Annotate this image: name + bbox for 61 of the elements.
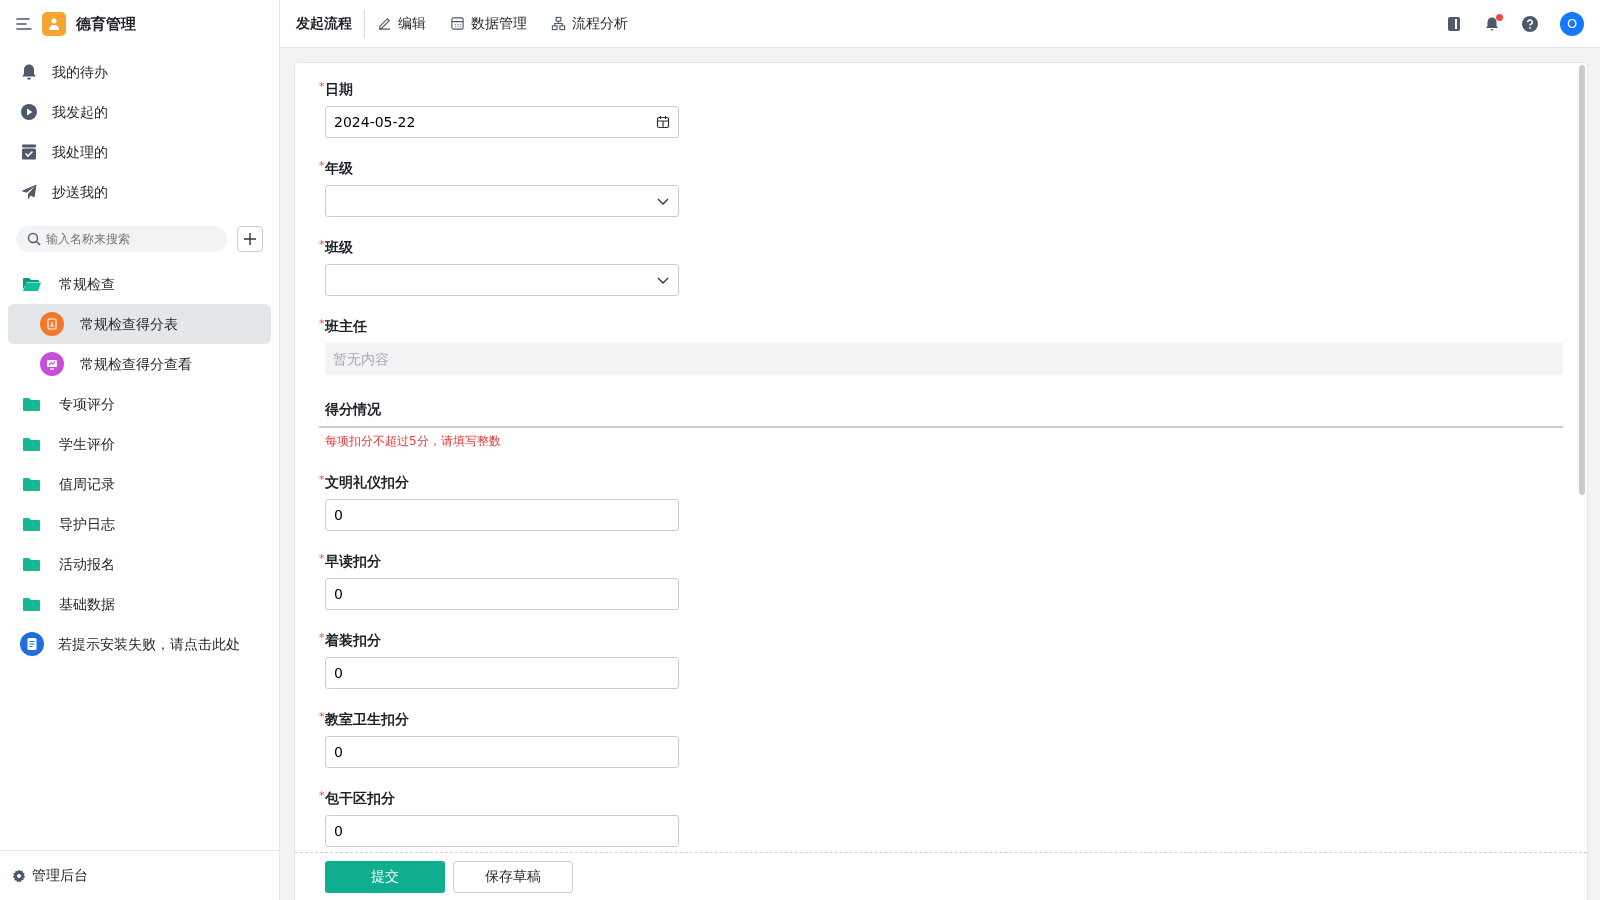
tab[interactable]: 发起流程 [296,9,365,38]
plus-icon [243,232,257,246]
field-label: *日期 [319,79,354,99]
admin-link[interactable]: 管理后台 [0,850,279,900]
nav-item[interactable]: 我处理的 [0,132,279,172]
tree-item[interactable]: 常规检查得分表 [8,304,271,344]
field-label: *包干区扣分 [319,788,396,808]
folder-item[interactable]: 基础数据 [8,584,271,624]
bell-icon [20,63,38,81]
nav-item[interactable]: 抄送我的 [0,172,279,212]
tab[interactable]: 数据管理 [438,9,539,38]
readonly-field: 暂无内容 [325,343,1563,375]
table-icon [450,16,465,31]
help-icon[interactable] [1522,15,1538,32]
menu-icon[interactable] [16,17,32,31]
play-icon [20,103,38,121]
date-field[interactable]: 2024-05-22 [325,106,679,138]
tree-item[interactable]: 常规检查得分查看 [8,344,271,384]
input-field[interactable]: 0 [325,657,679,689]
user-avatar[interactable]: O [1560,11,1584,36]
field-label: *班主任 [319,316,368,336]
field-label: *文明礼仪扣分 [319,472,410,492]
field-label: *着装扣分 [319,630,382,650]
app-logo [42,12,66,36]
select-field[interactable] [325,185,679,217]
nav-item[interactable]: 我的待办 [0,52,279,92]
input-field[interactable]: 0 [325,815,679,847]
add-button[interactable] [237,226,263,252]
field-label: *年级 [319,158,354,178]
folder-item[interactable]: 值周记录 [8,464,271,504]
folder-item[interactable]: 专项评分 [8,384,271,424]
gear-icon [12,868,26,883]
folder-item[interactable]: 导护日志 [8,504,271,544]
tab[interactable]: 流程分析 [539,9,640,38]
tab[interactable]: 编辑 [365,9,438,38]
save-draft-button[interactable]: 保存草稿 [453,860,573,893]
notebook-icon[interactable] [1446,15,1462,32]
hint-text: 每项扣分不超过5分，请填写整数 [324,433,502,450]
hierarchy-icon [551,16,566,31]
calendar-icon[interactable] [656,115,670,129]
field-label: *教室卫生扣分 [319,709,410,729]
paper-plane-icon [20,183,38,201]
input-field[interactable]: 0 [325,736,679,768]
help-link[interactable]: 若提示安装失败，请点击此处 [8,624,271,664]
notification-icon[interactable] [1484,15,1500,32]
document-icon [20,632,44,656]
search-field[interactable]: 输入名称来搜索 [16,226,227,252]
field-label: *班级 [319,237,354,257]
input-field[interactable]: 0 [325,578,679,610]
folder-item[interactable]: 常规检查 [8,264,271,304]
field-label: *早读扣分 [319,551,382,571]
scrollbar-thumb[interactable] [1579,65,1585,495]
folder-item[interactable]: 活动报名 [8,544,271,584]
select-field[interactable] [325,264,679,296]
input-field[interactable]: 0 [325,499,679,531]
nav-item[interactable]: 我发起的 [0,92,279,132]
folder-item[interactable]: 学生评价 [8,424,271,464]
checkbox-icon [20,143,38,161]
app-title: 德育管理 [76,13,136,35]
section-title: 得分情况 [319,395,1563,428]
pencil-icon [377,16,392,31]
